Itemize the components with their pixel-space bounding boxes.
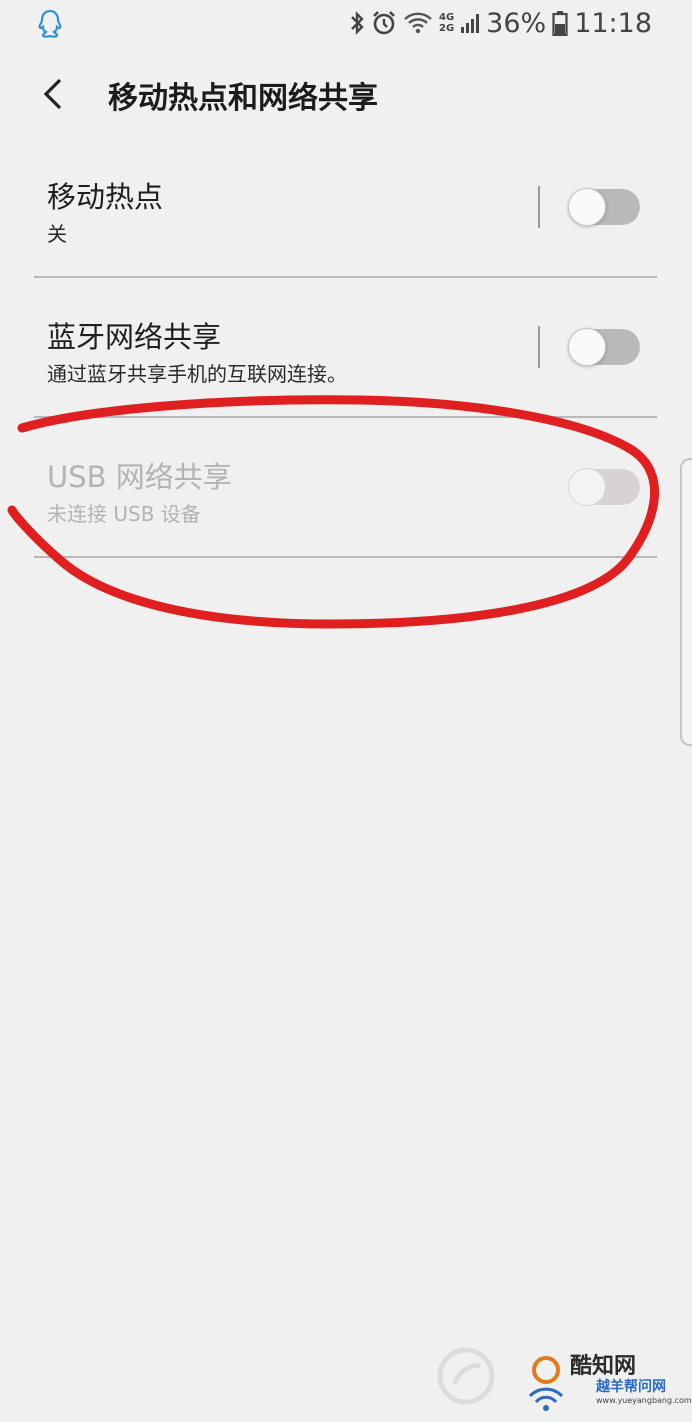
bluetooth-icon — [349, 11, 365, 35]
setting-title: USB 网络共享 — [47, 460, 232, 494]
row-divider — [34, 556, 657, 558]
wifi-icon — [403, 11, 433, 35]
clock: 11:18 — [574, 7, 652, 39]
setting-mobile-hotspot[interactable]: 移动热点 关 — [34, 138, 657, 278]
battery-icon — [552, 10, 568, 36]
watermark-url: www.yueyangbang.com — [596, 1396, 692, 1405]
app-header: 移动热点和网络共享 — [0, 56, 692, 132]
back-button[interactable] — [30, 70, 78, 118]
battery-percent: 36% — [486, 7, 547, 39]
toggle-thumb — [568, 328, 606, 366]
scroll-handle[interactable] — [680, 458, 692, 746]
status-bar: 4G 2G 36% 11:18 — [0, 0, 692, 48]
alarm-icon — [371, 10, 397, 36]
setting-subtitle: 关 — [47, 222, 67, 246]
vertical-divider — [538, 186, 540, 228]
usb-tethering-toggle — [568, 468, 640, 506]
qq-icon — [36, 8, 64, 44]
page-title: 移动热点和网络共享 — [108, 81, 378, 116]
watermark-logo — [436, 1346, 496, 1410]
setting-title: 蓝牙网络共享 — [47, 320, 222, 354]
network-type-top: 4G — [439, 12, 455, 23]
setting-usb-tethering: USB 网络共享 未连接 USB 设备 — [34, 418, 657, 558]
wifi-logo-icon — [528, 1356, 564, 1411]
toggle-thumb — [568, 468, 606, 506]
watermark-badge: 酷知网 越羊帮问网 www.yueyangbang.com — [520, 1340, 692, 1422]
signal-icon — [460, 11, 480, 35]
mobile-hotspot-toggle[interactable] — [568, 188, 640, 226]
watermark-sub: 越羊帮问网 — [596, 1379, 666, 1395]
setting-title: 移动热点 — [47, 180, 164, 214]
network-type: 4G 2G — [439, 12, 454, 34]
toggle-thumb — [568, 188, 606, 226]
vertical-divider — [538, 326, 540, 368]
network-type-bottom: 2G — [439, 23, 455, 34]
setting-subtitle: 未连接 USB 设备 — [47, 502, 201, 526]
setting-subtitle: 通过蓝牙共享手机的互联网连接。 — [47, 362, 347, 386]
chevron-left-icon — [43, 78, 62, 110]
setting-bluetooth-tethering[interactable]: 蓝牙网络共享 通过蓝牙共享手机的互联网连接。 — [34, 278, 657, 418]
bluetooth-tethering-toggle[interactable] — [568, 328, 640, 366]
